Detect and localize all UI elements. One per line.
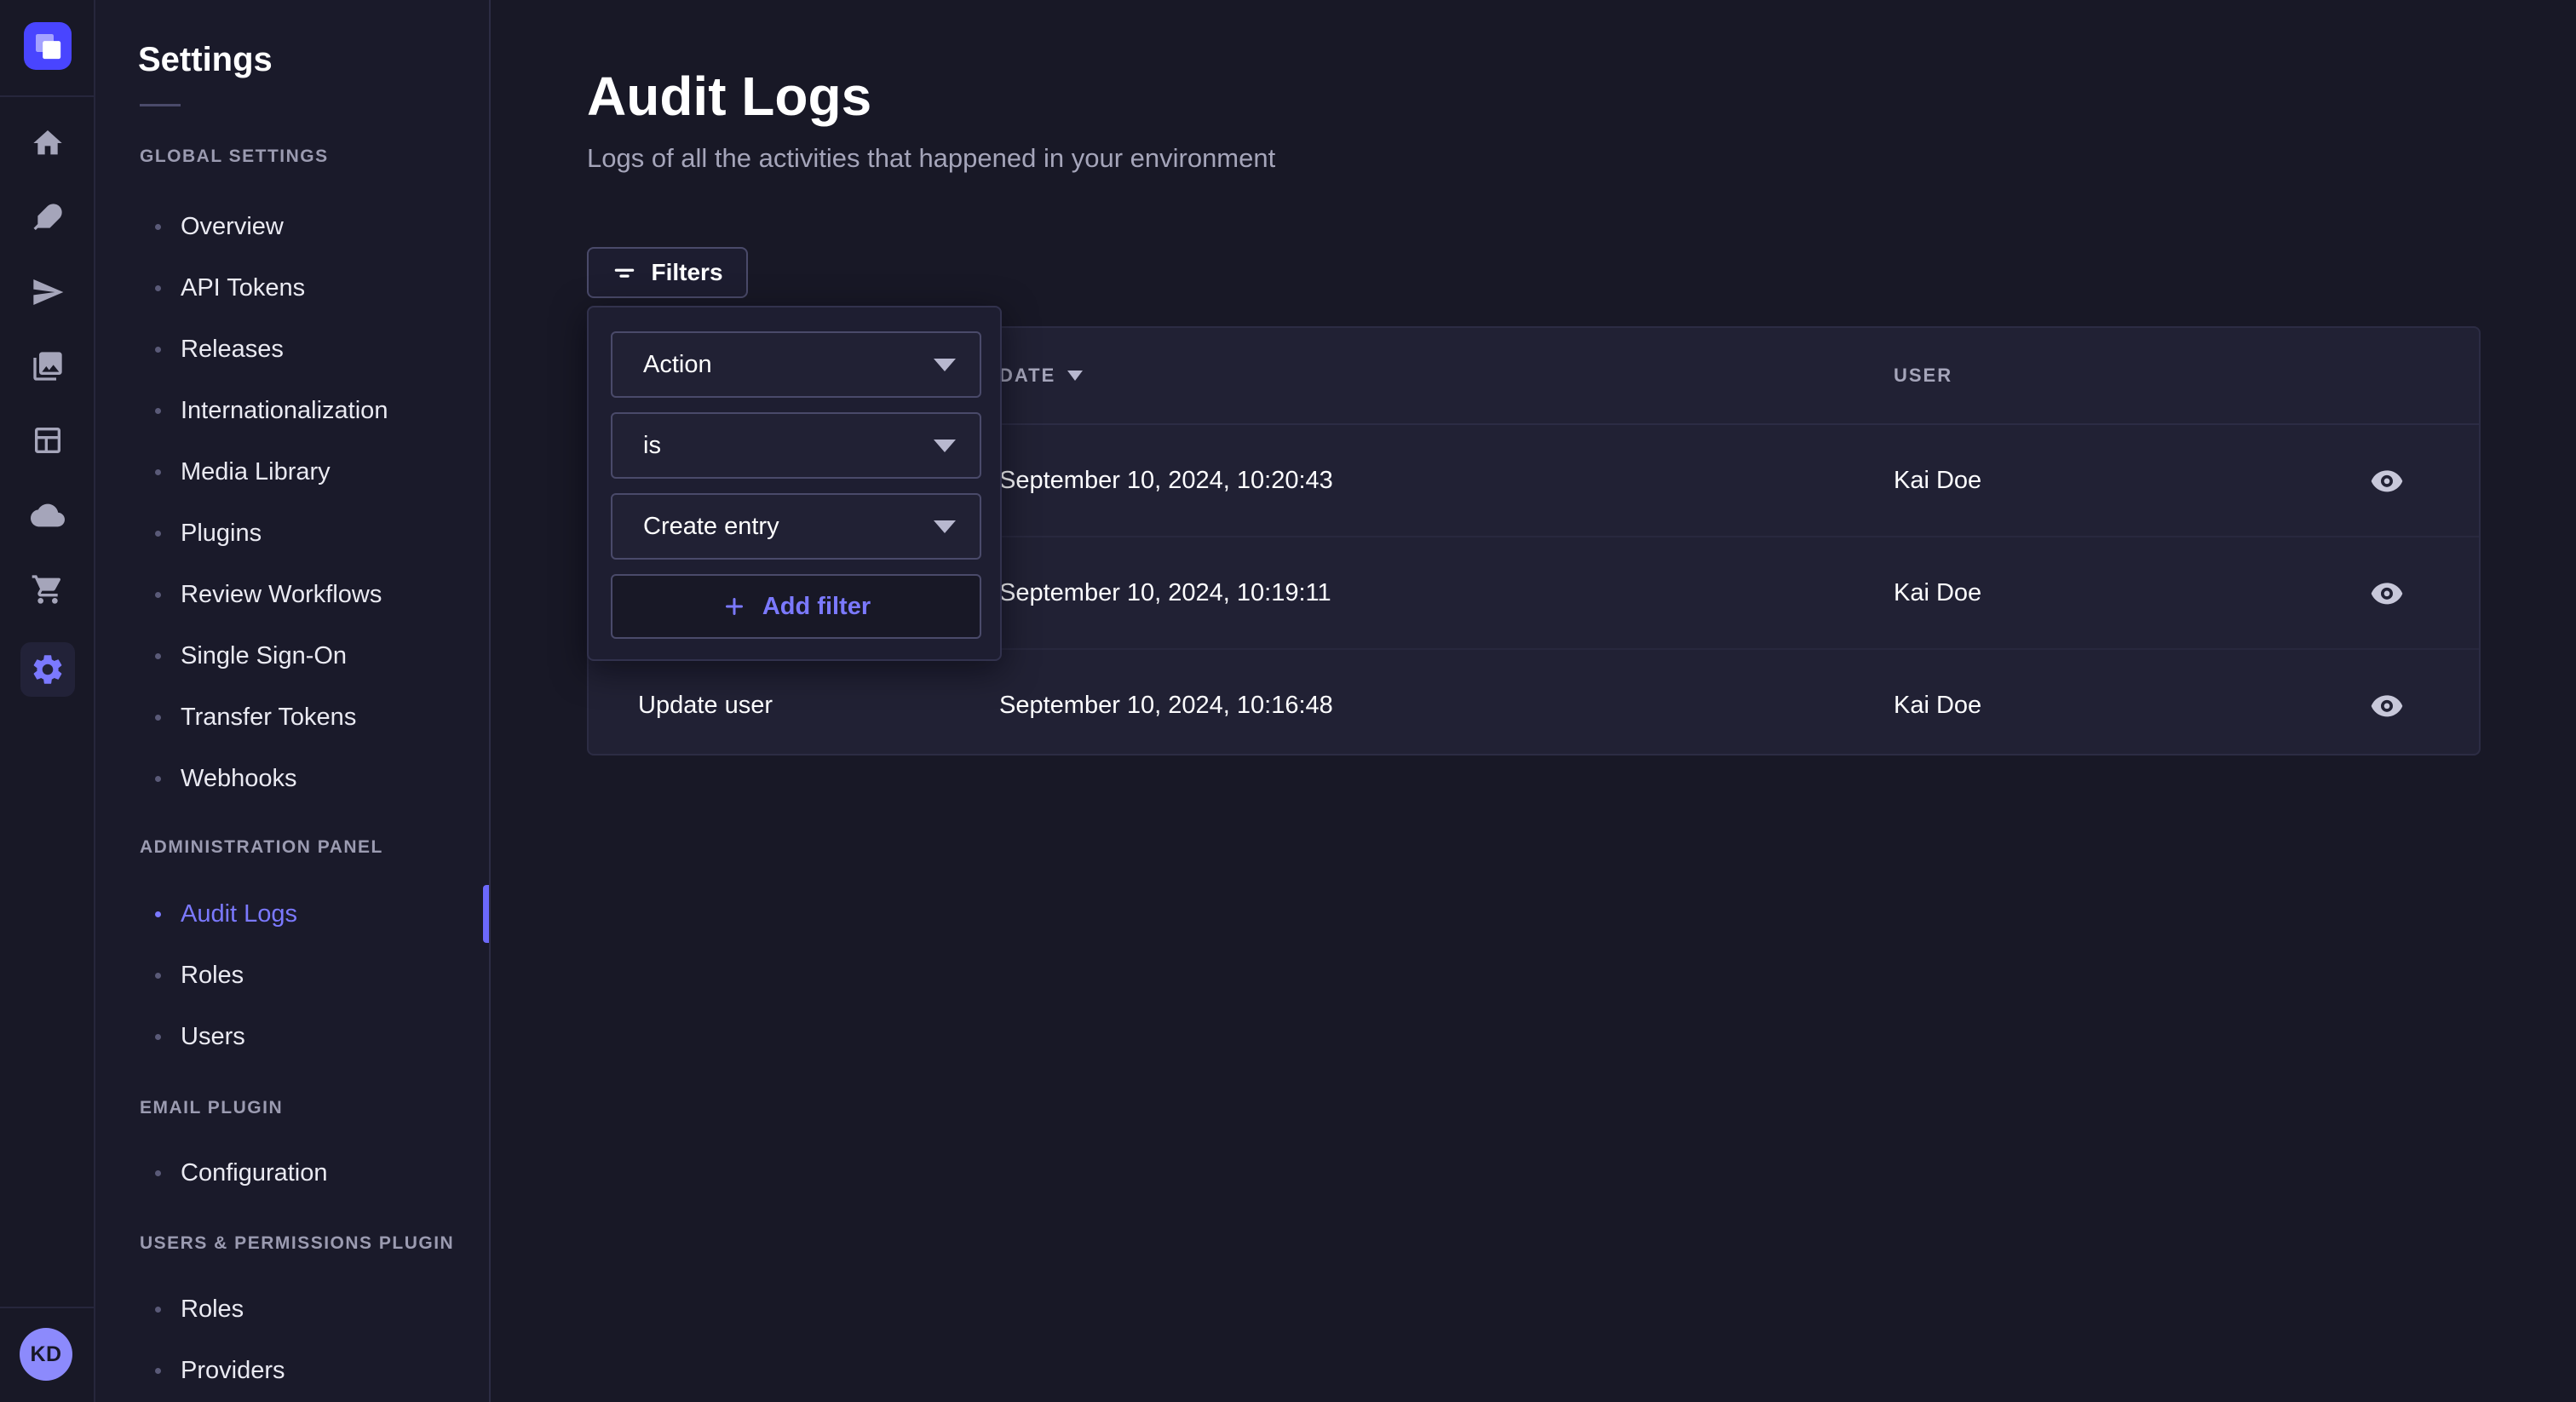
sidebar-item-up-providers[interactable]: Providers xyxy=(95,1340,489,1401)
section-email-plugin: EMAIL PLUGIN xyxy=(95,1097,489,1119)
sidebar-item-plugins[interactable]: Plugins xyxy=(95,503,489,564)
section-users-permissions-plugin: USERS & PERMISSIONS PLUGIN xyxy=(95,1232,489,1255)
strapi-logo[interactable] xyxy=(24,22,72,70)
cell-user: Kai Doe xyxy=(1894,650,1981,761)
bullet-dot xyxy=(155,776,161,782)
user-avatar[interactable]: KD xyxy=(20,1328,72,1381)
bullet-dot xyxy=(155,1034,161,1040)
settings-sidebar: Settings GLOBAL SETTINGS Overview API To… xyxy=(95,0,491,1402)
cell-user: Kai Doe xyxy=(1894,425,1981,536)
bullet-dot xyxy=(155,408,161,414)
sidebar-item-admin-roles[interactable]: Roles xyxy=(95,945,489,1006)
home-icon[interactable] xyxy=(31,126,65,160)
cell-user: Kai Doe xyxy=(1894,537,1981,648)
sidebar-item-transfer-tokens[interactable]: Transfer Tokens xyxy=(95,687,489,748)
cell-date: September 10, 2024, 10:20:43 xyxy=(999,425,1333,536)
table-row: Update user September 10, 2024, 10:16:48… xyxy=(589,650,2479,761)
bullet-dot xyxy=(155,715,161,721)
sidebar-item-email-configuration[interactable]: Configuration xyxy=(95,1142,489,1204)
view-details-eye-icon[interactable] xyxy=(2356,562,2418,623)
bullet-dot xyxy=(155,224,161,230)
sidebar-item-admin-users[interactable]: Users xyxy=(95,1006,489,1067)
bullet-dot xyxy=(155,911,161,917)
sidebar-item-releases[interactable]: Releases xyxy=(95,319,489,380)
filters-button[interactable]: Filters xyxy=(587,247,748,298)
settings-nav: GLOBAL SETTINGS Overview API Tokens Rele… xyxy=(95,135,489,1401)
bullet-dot xyxy=(155,653,161,659)
filter-operator-select[interactable]: is xyxy=(611,412,981,479)
filters-popover: Action is Create entry Add filter xyxy=(587,306,1002,661)
filter-field-select[interactable]: Action xyxy=(611,331,981,398)
filter-icon xyxy=(612,260,637,285)
chevron-down-icon xyxy=(934,440,956,452)
bullet-dot xyxy=(155,1170,161,1176)
bullet-dot xyxy=(155,1307,161,1313)
sidebar-item-review-workflows[interactable]: Review Workflows xyxy=(95,564,489,625)
bullet-dot xyxy=(155,973,161,979)
sidebar-item-overview[interactable]: Overview xyxy=(95,196,489,257)
content-type-builder-layout-icon[interactable] xyxy=(31,423,65,457)
sidebar-item-single-sign-on[interactable]: Single Sign-On xyxy=(95,625,489,687)
page-title: Audit Logs xyxy=(587,65,871,128)
bullet-dot xyxy=(155,469,161,475)
plus-icon xyxy=(722,594,747,619)
main-nav-rail: KD xyxy=(0,0,95,1402)
sidebar-item-webhooks[interactable]: Webhooks xyxy=(95,748,489,809)
column-header-date[interactable]: DATE xyxy=(999,328,1083,423)
sort-desc-icon xyxy=(1067,371,1083,381)
bullet-dot xyxy=(155,592,161,598)
cell-action: Update user xyxy=(638,650,773,761)
main-content: Audit Logs Logs of all the activities th… xyxy=(491,0,2576,1402)
page-subtitle: Logs of all the activities that happened… xyxy=(587,143,1275,174)
view-details-eye-icon[interactable] xyxy=(2356,450,2418,511)
title-divider xyxy=(140,104,181,106)
settings-gear-icon[interactable] xyxy=(20,642,75,697)
releases-send-icon[interactable] xyxy=(31,275,65,309)
sidebar-item-api-tokens[interactable]: API Tokens xyxy=(95,257,489,319)
sidebar-item-up-roles[interactable]: Roles xyxy=(95,1278,489,1340)
strapi-settings-screen: KD Settings GLOBAL SETTINGS Overview API… xyxy=(0,0,2576,1402)
bullet-dot xyxy=(155,285,161,291)
section-administration-panel: ADMINISTRATION PANEL xyxy=(95,836,489,859)
cloud-icon[interactable] xyxy=(31,498,65,532)
marketplace-cart-icon[interactable] xyxy=(31,572,65,606)
sidebar-item-media-library[interactable]: Media Library xyxy=(95,441,489,503)
chevron-down-icon xyxy=(934,520,956,533)
view-details-eye-icon[interactable] xyxy=(2356,675,2418,736)
sidebar-item-audit-logs[interactable]: Audit Logs xyxy=(95,883,489,945)
filter-value-select[interactable]: Create entry xyxy=(611,493,981,560)
cell-date: September 10, 2024, 10:19:11 xyxy=(999,537,1331,648)
strapi-logo-icon xyxy=(24,22,72,70)
column-header-user: USER xyxy=(1894,328,1952,423)
add-filter-button[interactable]: Add filter xyxy=(611,574,981,639)
section-global-settings: GLOBAL SETTINGS xyxy=(95,146,489,168)
cell-date: September 10, 2024, 10:16:48 xyxy=(999,650,1333,761)
bullet-dot xyxy=(155,531,161,537)
chevron-down-icon xyxy=(934,359,956,371)
sidebar-item-internationalization[interactable]: Internationalization xyxy=(95,380,489,441)
content-manager-feather-icon[interactable] xyxy=(31,201,65,235)
bullet-dot xyxy=(155,347,161,353)
sidebar-title: Settings xyxy=(138,41,273,79)
rail-divider xyxy=(0,1307,94,1308)
rail-divider xyxy=(0,95,94,97)
bullet-dot xyxy=(155,1368,161,1374)
media-library-icon[interactable] xyxy=(31,349,65,383)
